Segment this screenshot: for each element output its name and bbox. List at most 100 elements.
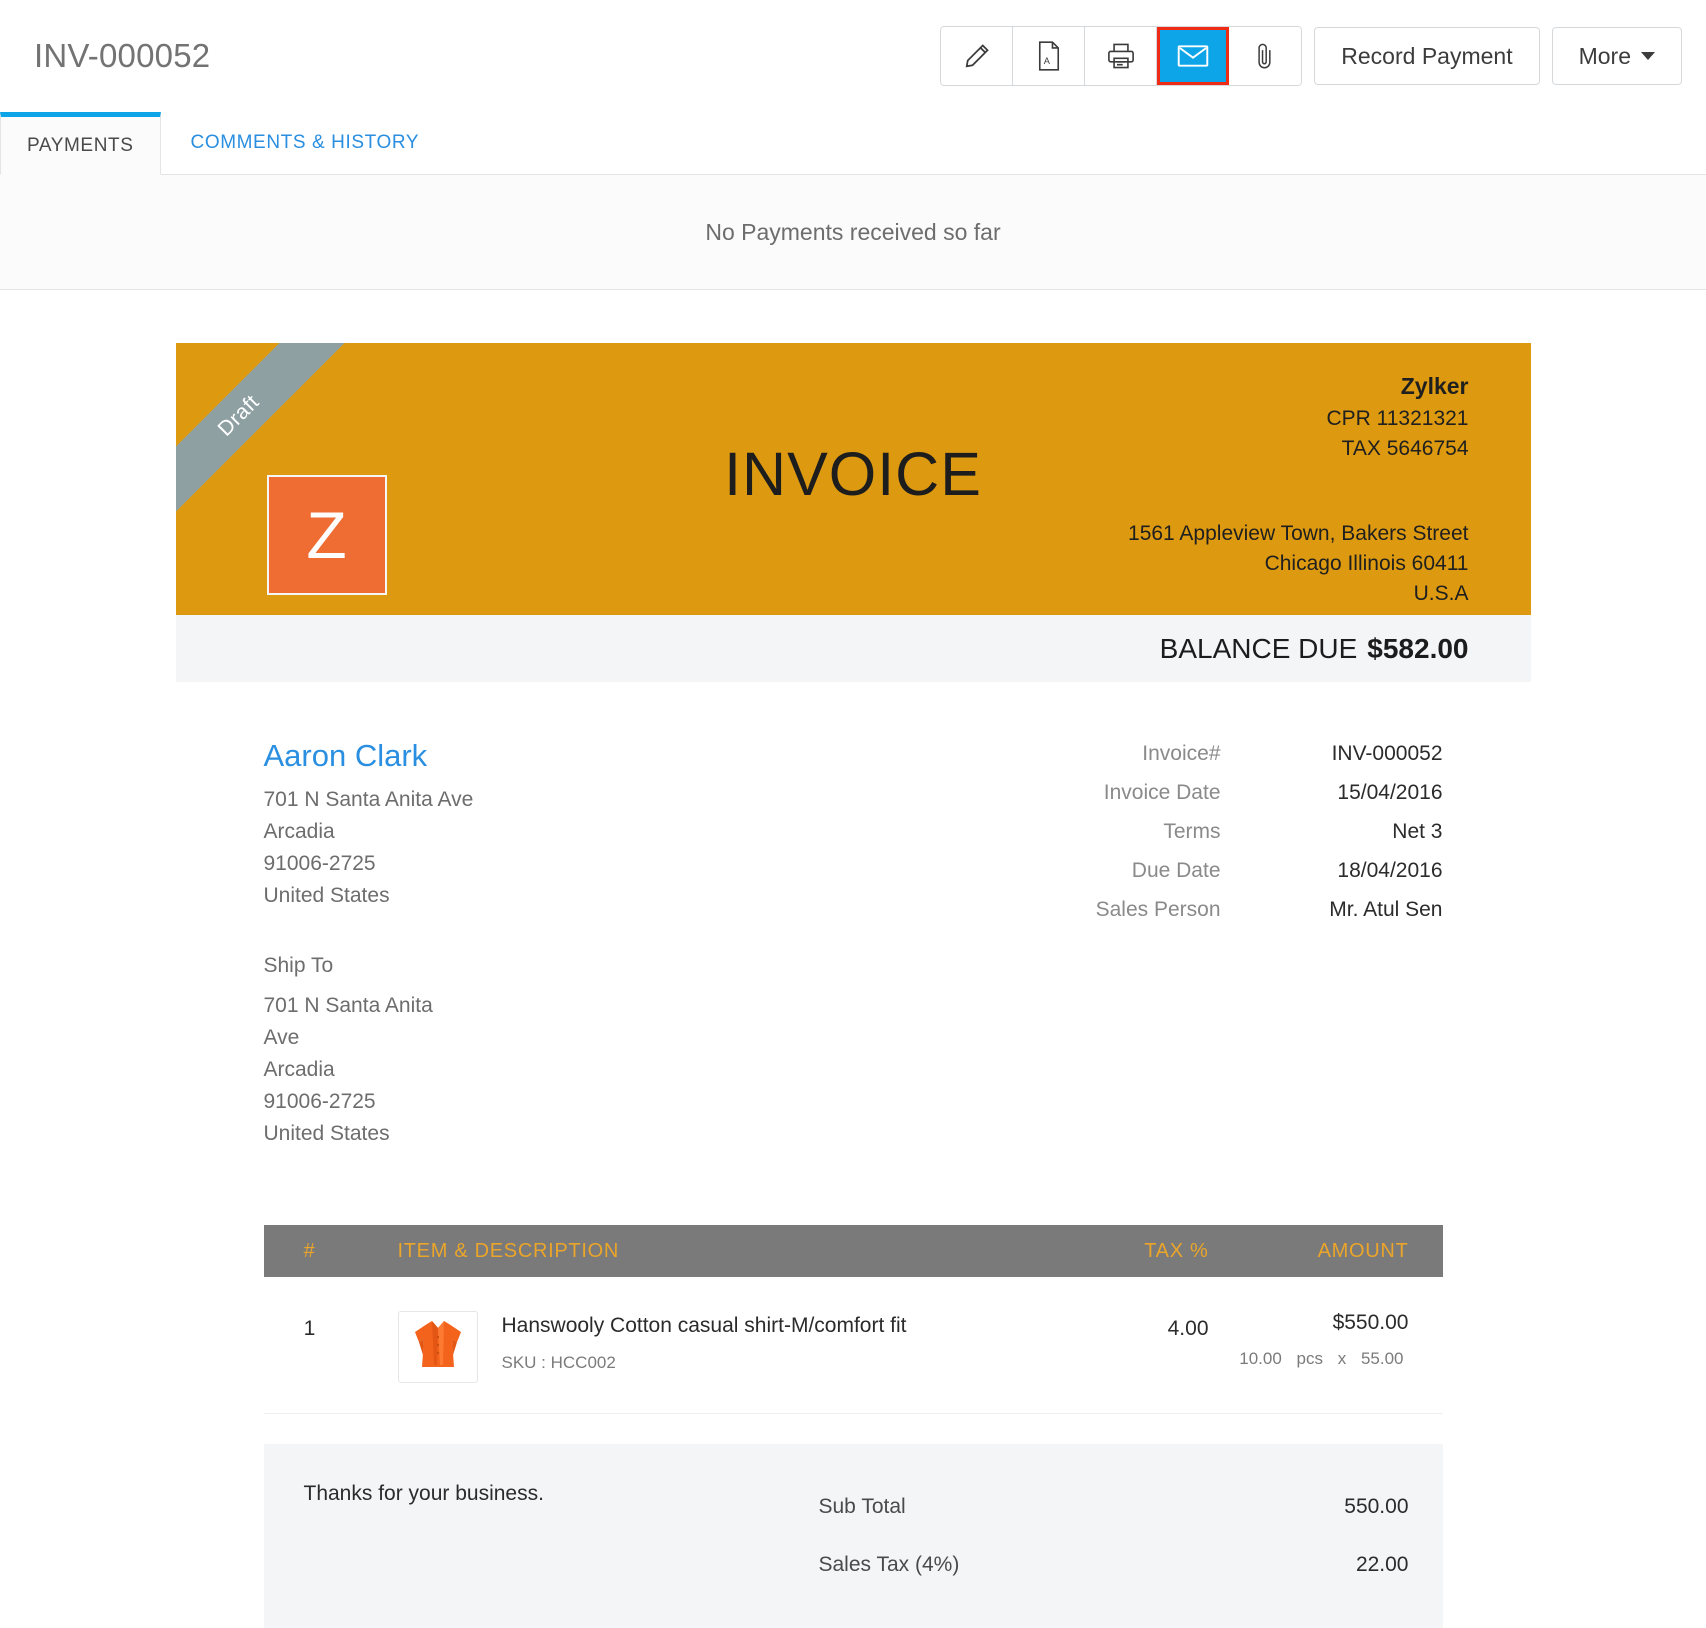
meta-label-due-date: Due Date (1023, 851, 1263, 890)
pdf-icon: A (1035, 41, 1063, 71)
column-header-item-description: ITEM & DESCRIPTION (356, 1240, 979, 1263)
meta-label-invoice-date: Invoice Date (1023, 773, 1263, 812)
line-item-text: Hanswooly Cotton casual shirt-M/comfort … (478, 1311, 907, 1373)
balance-due-label: BALANCE DUE (1160, 633, 1358, 665)
meta-label-sales-person: Sales Person (1023, 890, 1263, 929)
page-toolbar: INV-000052 A (0, 0, 1706, 112)
company-name: Zylker (1326, 371, 1468, 404)
meta-row-sales-person: Sales Person Mr. Atul Sen (943, 890, 1443, 929)
thanks-note: Thanks for your business. (304, 1478, 819, 1594)
bill-to-line-4: United States (264, 880, 824, 912)
meta-row-invoice-number: Invoice# INV-000052 (943, 734, 1443, 773)
company-address: 1561 Appleview Town, Bakers Street Chica… (1128, 519, 1468, 609)
email-icon (1177, 43, 1209, 69)
line-item-rate: 55.00 (1361, 1349, 1404, 1368)
bill-to-line-1: 701 N Santa Anita Ave (264, 784, 824, 816)
line-items-header: # ITEM & DESCRIPTION TAX % AMOUNT (264, 1225, 1443, 1277)
total-value-sub-total: 550.00 (1344, 1478, 1408, 1536)
ship-to-label: Ship To (264, 954, 824, 978)
ship-to-line-2: Ave (264, 1022, 824, 1054)
column-header-amount: AMOUNT (1209, 1240, 1443, 1263)
company-cpr: CPR 11321321 (1326, 404, 1468, 434)
email-button[interactable] (1157, 27, 1229, 85)
page-title: INV-000052 (34, 37, 210, 75)
chevron-down-icon (1641, 52, 1655, 60)
icon-button-group: A (940, 26, 1302, 86)
company-tax: TAX 5646754 (1326, 434, 1468, 464)
ship-to-line-4: 91006-2725 (264, 1086, 824, 1118)
total-row-sub-total: Sub Total 550.00 (819, 1478, 1409, 1536)
line-item-title: Hanswooly Cotton casual shirt-M/comfort … (502, 1311, 907, 1341)
tab-payments-label: PAYMENTS (27, 135, 134, 157)
ship-to-line-1: 701 N Santa Anita (264, 990, 824, 1022)
meta-label-invoice-number: Invoice# (1023, 734, 1263, 773)
bill-to-block: Aaron Clark 701 N Santa Anita Ave Arcadi… (264, 734, 824, 1150)
more-label: More (1579, 43, 1631, 70)
total-label-sub-total: Sub Total (819, 1478, 906, 1536)
customer-name-link[interactable]: Aaron Clark (264, 734, 428, 784)
meta-label-terms: Terms (1023, 812, 1263, 851)
tab-comments-history[interactable]: COMMENTS & HISTORY (161, 112, 450, 174)
line-item-quantity: 10.00 (1239, 1349, 1282, 1368)
meta-row-terms: Terms Net 3 (943, 812, 1443, 851)
meta-value-invoice-date: 15/04/2016 (1263, 773, 1443, 812)
company-address-line-3: U.S.A (1128, 579, 1468, 609)
print-icon (1106, 42, 1136, 70)
total-row-sales-tax: Sales Tax (4%) 22.00 (819, 1536, 1409, 1594)
edit-icon (962, 41, 992, 71)
attach-button[interactable] (1229, 27, 1301, 85)
record-payment-label: Record Payment (1341, 43, 1512, 70)
meta-value-invoice-number: INV-000052 (1263, 734, 1443, 773)
balance-due-band: BALANCE DUE $582.00 (176, 615, 1531, 682)
product-thumbnail (398, 1311, 478, 1383)
action-toolbar: A (940, 26, 1682, 86)
column-header-number: # (264, 1240, 356, 1263)
meta-row-invoice-date: Invoice Date 15/04/2016 (943, 773, 1443, 812)
line-item-sku: SKU : HCC002 (502, 1353, 907, 1373)
invoice-header: Draft Z INVOICE Zylker CPR 11321321 TAX … (176, 343, 1531, 615)
more-button[interactable]: More (1552, 27, 1682, 85)
line-item-description-cell: Hanswooly Cotton casual shirt-M/comfort … (356, 1311, 979, 1383)
address-and-meta-row: Aaron Clark 701 N Santa Anita Ave Arcadi… (264, 682, 1443, 1150)
meta-value-due-date: 18/04/2016 (1263, 851, 1443, 890)
payments-empty-message: No Payments received so far (705, 219, 1000, 246)
tab-payments[interactable]: PAYMENTS (0, 112, 161, 175)
svg-text:A: A (1044, 56, 1051, 66)
meta-value-terms: Net 3 (1263, 812, 1443, 851)
line-item-rate-breakdown: 10.00 pcs x 55.00 (1209, 1349, 1409, 1369)
balance-due-amount: $582.00 (1367, 633, 1468, 665)
line-item-tax: 4.00 (979, 1311, 1209, 1341)
invoice-sheet: Draft Z INVOICE Zylker CPR 11321321 TAX … (176, 343, 1531, 1628)
print-button[interactable] (1085, 27, 1157, 85)
shirt-icon (407, 1315, 469, 1380)
invoice-meta-block: Invoice# INV-000052 Invoice Date 15/04/2… (943, 734, 1443, 1150)
ship-to-line-5: United States (264, 1118, 824, 1150)
company-address-line-2: Chicago Illinois 60411 (1128, 549, 1468, 579)
bill-to-line-3: 91006-2725 (264, 848, 824, 880)
line-item-unit: pcs (1297, 1349, 1323, 1368)
pdf-button[interactable]: A (1013, 27, 1085, 85)
invoice-body: Aaron Clark 701 N Santa Anita Ave Arcadi… (176, 682, 1531, 1628)
edit-button[interactable] (941, 27, 1013, 85)
line-items-table: # ITEM & DESCRIPTION TAX % AMOUNT 1 (264, 1225, 1443, 1414)
paperclip-icon (1253, 41, 1277, 71)
ship-to-line-3: Arcadia (264, 1054, 824, 1086)
record-payment-button[interactable]: Record Payment (1314, 27, 1539, 85)
totals-list: Sub Total 550.00 Sales Tax (4%) 22.00 (819, 1478, 1409, 1594)
line-item-number: 1 (264, 1311, 356, 1341)
company-identity: Zylker CPR 11321321 TAX 5646754 (1326, 371, 1468, 464)
company-address-line-1: 1561 Appleview Town, Bakers Street (1128, 519, 1468, 549)
meta-value-sales-person: Mr. Atul Sen (1263, 890, 1443, 929)
table-row: 1 (264, 1277, 1443, 1414)
meta-row-due-date: Due Date 18/04/2016 (943, 851, 1443, 890)
payments-empty-banner: No Payments received so far (0, 175, 1706, 290)
line-item-amount: $550.00 (1209, 1311, 1409, 1335)
tab-bar: PAYMENTS COMMENTS & HISTORY (0, 112, 1706, 175)
total-value-sales-tax: 22.00 (1356, 1536, 1409, 1594)
bill-to-line-2: Arcadia (264, 816, 824, 848)
invoice-preview-area: Draft Z INVOICE Zylker CPR 11321321 TAX … (0, 290, 1706, 1628)
line-item-multiply-sign: x (1338, 1349, 1347, 1368)
total-label-sales-tax: Sales Tax (4%) (819, 1536, 960, 1594)
tab-comments-history-label: COMMENTS & HISTORY (191, 132, 420, 154)
column-header-tax-percent: TAX % (979, 1240, 1209, 1263)
